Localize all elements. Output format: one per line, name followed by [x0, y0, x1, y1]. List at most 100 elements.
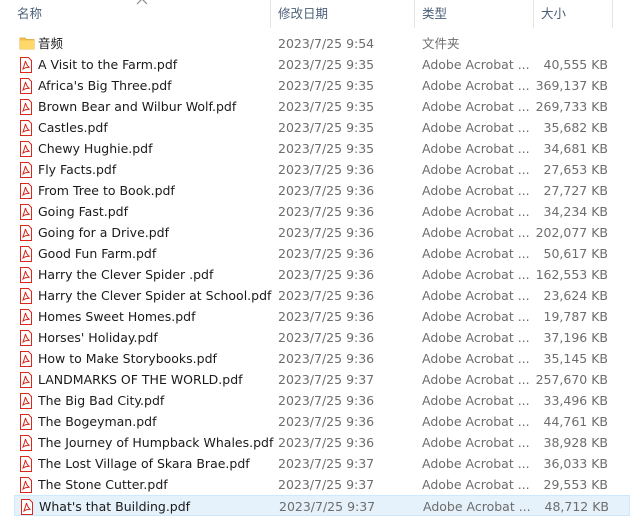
- pdf-icon: [19, 432, 35, 453]
- file-row[interactable]: 音频 2023/7/25 9:54 文件夹: [14, 33, 630, 54]
- file-name: The Journey of Humpback Whales.pdf: [38, 435, 274, 450]
- file-size: 29,553 KB: [543, 477, 608, 492]
- file-name: How to Make Storybooks.pdf: [38, 351, 217, 366]
- file-modified-date: 2023/7/25 9:37: [278, 456, 375, 471]
- file-modified-date: 2023/7/25 9:54: [278, 36, 375, 51]
- pdf-icon: [19, 327, 35, 348]
- file-modified-date: 2023/7/25 9:36: [278, 225, 375, 240]
- file-modified-date: 2023/7/25 9:36: [278, 246, 375, 261]
- file-row[interactable]: Going Fast.pdf 2023/7/25 9:36 Adobe Acroba…: [14, 201, 630, 222]
- file-size: 269,733 KB: [535, 99, 608, 114]
- file-type: Adobe Acrobat ...: [422, 456, 530, 471]
- file-type: Adobe Acrobat ...: [422, 162, 530, 177]
- file-row[interactable]: The Lost Village of Skara Brae.pdf 2023/7…: [14, 453, 630, 474]
- file-row[interactable]: The Stone Cutter.pdf 2023/7/25 9:37 Adobe …: [14, 474, 630, 495]
- file-row[interactable]: Fly Facts.pdf 2023/7/25 9:36 Adobe Acrobat…: [14, 159, 630, 180]
- file-row[interactable]: LANDMARKS OF THE WORLD.pdf 2023/7/25 9:37…: [14, 369, 630, 390]
- pdf-icon: [20, 496, 36, 517]
- file-type: Adobe Acrobat ...: [422, 183, 530, 198]
- file-row[interactable]: The Bogeyman.pdf 2023/7/25 9:36 Adobe Acro…: [14, 411, 630, 432]
- file-size: 369,137 KB: [535, 78, 608, 93]
- pdf-icon: [19, 54, 35, 75]
- file-name: LANDMARKS OF THE WORLD.pdf: [38, 372, 243, 387]
- file-row[interactable]: From Tree to Book.pdf 2023/7/25 9:36 Adobe…: [14, 180, 630, 201]
- file-name: Homes Sweet Homes.pdf: [38, 309, 196, 324]
- file-name: Fly Facts.pdf: [38, 162, 117, 177]
- file-size: 27,727 KB: [543, 183, 608, 198]
- file-type: Adobe Acrobat ...: [422, 99, 530, 114]
- file-name: A Visit to the Farm.pdf: [38, 57, 178, 72]
- file-modified-date: 2023/7/25 9:36: [278, 162, 375, 177]
- file-modified-date: 2023/7/25 9:36: [278, 351, 375, 366]
- file-explorer-list: 名称 修改日期 类型 大小 音频 2023/7/25 9:54 文件夹 A Visit…: [0, 0, 638, 526]
- file-type: Adobe Acrobat ...: [422, 141, 530, 156]
- file-size: 36,033 KB: [543, 456, 608, 471]
- file-modified-date: 2023/7/25 9:36: [278, 330, 375, 345]
- file-row[interactable]: The Journey of Humpback Whales.pdf 2023/7…: [14, 432, 630, 453]
- file-name: From Tree to Book.pdf: [38, 183, 175, 198]
- pdf-icon: [19, 285, 35, 306]
- file-row[interactable]: Africa's Big Three.pdf 2023/7/25 9:35 Adob…: [14, 75, 630, 96]
- file-size: 50,617 KB: [543, 246, 608, 261]
- file-modified-date: 2023/7/25 9:36: [278, 288, 375, 303]
- file-row[interactable]: Brown Bear and Wilbur Wolf.pdf 2023/7/25 …: [14, 96, 630, 117]
- file-name: The Bogeyman.pdf: [38, 414, 157, 429]
- pdf-icon: [19, 180, 35, 201]
- file-size: [534, 33, 608, 54]
- file-row[interactable]: Castles.pdf 2023/7/25 9:35 Adobe Acrobat .…: [14, 117, 630, 138]
- column-header-date[interactable]: 修改日期: [278, 0, 328, 28]
- file-name: Brown Bear and Wilbur Wolf.pdf: [38, 99, 237, 114]
- file-row[interactable]: Going for a Drive.pdf 2023/7/25 9:36 Adobe…: [14, 222, 630, 243]
- file-modified-date: 2023/7/25 9:36: [278, 414, 375, 429]
- file-row[interactable]: Chewy Hughie.pdf 2023/7/25 9:35 Adobe Acro…: [14, 138, 630, 159]
- file-row[interactable]: Homes Sweet Homes.pdf 2023/7/25 9:36 Adobe…: [14, 306, 630, 327]
- file-type: Adobe Acrobat ...: [422, 477, 530, 492]
- file-row[interactable]: A Visit to the Farm.pdf 2023/7/25 9:35 Ado…: [14, 54, 630, 75]
- file-type: Adobe Acrobat ...: [422, 120, 530, 135]
- file-size: 257,670 KB: [535, 372, 608, 387]
- file-row[interactable]: Harry the Clever Spider at School.pdf 202…: [14, 285, 630, 306]
- file-row[interactable]: Good Fun Farm.pdf 2023/7/25 9:36 Adobe Acr…: [14, 243, 630, 264]
- file-type: Adobe Acrobat ...: [422, 372, 530, 387]
- file-size: 33,496 KB: [543, 393, 608, 408]
- file-size: 19,787 KB: [543, 309, 608, 324]
- file-modified-date: 2023/7/25 9:35: [278, 120, 375, 135]
- file-row[interactable]: Horses' Holiday.pdf 2023/7/25 9:36 Adobe A…: [14, 327, 630, 348]
- file-modified-date: 2023/7/25 9:36: [278, 393, 375, 408]
- file-type: Adobe Acrobat ...: [422, 330, 530, 345]
- file-row[interactable]: What's that Building.pdf 2023/7/25 9:37 Ad…: [14, 495, 630, 516]
- file-type: Adobe Acrobat ...: [422, 204, 530, 219]
- file-name: The Big Bad City.pdf: [38, 393, 165, 408]
- column-header-name[interactable]: 名称: [17, 0, 42, 28]
- file-modified-date: 2023/7/25 9:35: [278, 141, 375, 156]
- file-name: Africa's Big Three.pdf: [38, 78, 172, 93]
- file-size: 48,712 KB: [544, 499, 609, 514]
- sort-ascending-icon: [136, 0, 148, 5]
- pdf-icon: [19, 411, 35, 432]
- column-header-size[interactable]: 大小: [541, 0, 566, 28]
- column-divider[interactable]: [612, 0, 613, 28]
- column-header-type[interactable]: 类型: [422, 0, 447, 28]
- file-size: 38,928 KB: [543, 435, 608, 450]
- pdf-icon: [19, 159, 35, 180]
- file-size: 34,234 KB: [543, 204, 608, 219]
- file-modified-date: 2023/7/25 9:36: [278, 267, 375, 282]
- file-modified-date: 2023/7/25 9:36: [278, 309, 375, 324]
- file-type: Adobe Acrobat ...: [422, 267, 530, 282]
- file-size: 44,761 KB: [543, 414, 608, 429]
- pdf-icon: [19, 369, 35, 390]
- file-row[interactable]: How to Make Storybooks.pdf 2023/7/25 9:36…: [14, 348, 630, 369]
- column-divider[interactable]: [270, 0, 271, 28]
- file-size: 23,624 KB: [543, 288, 608, 303]
- column-divider[interactable]: [414, 0, 415, 28]
- file-row[interactable]: The Big Bad City.pdf 2023/7/25 9:36 Adobe …: [14, 390, 630, 411]
- file-row[interactable]: Harry the Clever Spider .pdf 2023/7/25 9:…: [14, 264, 630, 285]
- file-type: Adobe Acrobat ...: [422, 225, 530, 240]
- pdf-icon: [19, 201, 35, 222]
- file-name: The Stone Cutter.pdf: [38, 477, 168, 492]
- file-name: What's that Building.pdf: [39, 499, 191, 514]
- file-size: 40,555 KB: [543, 57, 608, 72]
- file-name: Castles.pdf: [38, 120, 108, 135]
- file-modified-date: 2023/7/25 9:37: [278, 477, 375, 492]
- column-divider[interactable]: [533, 0, 534, 28]
